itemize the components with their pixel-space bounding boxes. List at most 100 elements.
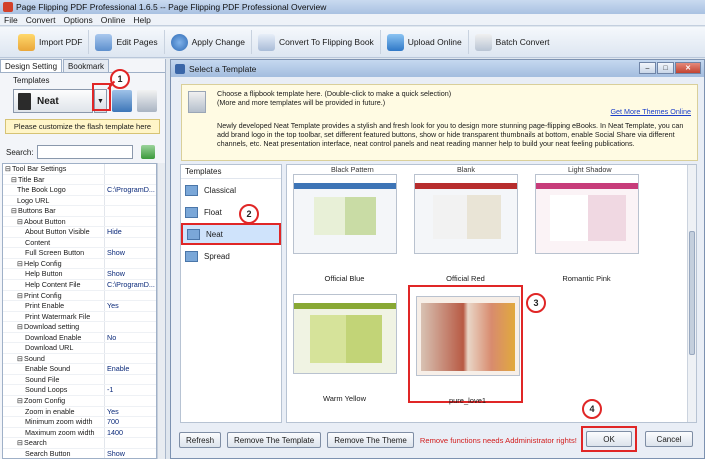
settings-row[interactable]: Download URL xyxy=(3,343,156,354)
settings-group[interactable]: ⊟Tool Bar Settings xyxy=(3,164,156,175)
setting-value[interactable]: Yes xyxy=(105,407,156,417)
setting-value[interactable]: Hide xyxy=(105,227,156,237)
apply-change-button[interactable]: Apply Change xyxy=(165,30,252,54)
settings-scrollbar[interactable] xyxy=(157,163,165,459)
settings-group[interactable]: ⊟Buttons Bar xyxy=(3,206,156,217)
maximize-button[interactable]: □ xyxy=(657,62,674,74)
theme-card-pure-love1[interactable]: pure_love1 xyxy=(408,285,523,405)
collapse-icon[interactable]: ⊟ xyxy=(17,396,23,405)
settings-group[interactable]: ⊟Sound xyxy=(3,353,156,365)
remove-template-button[interactable]: Remove The Template xyxy=(227,432,322,448)
menu-convert[interactable]: Convert xyxy=(22,15,60,25)
settings-row[interactable]: Help Content File C:\ProgramD... xyxy=(3,280,156,291)
menu-help[interactable]: Help xyxy=(129,15,154,25)
batch-convert-button[interactable]: Batch Convert xyxy=(469,30,556,54)
settings-row[interactable]: Full Screen Button Show xyxy=(3,248,156,259)
collapse-icon[interactable]: ⊟ xyxy=(5,164,11,173)
remove-theme-button[interactable]: Remove The Theme xyxy=(327,432,414,448)
settings-row[interactable]: Zoom in enable Yes xyxy=(3,406,156,418)
setting-value[interactable]: -1 xyxy=(105,385,156,395)
setting-value[interactable]: 1400 xyxy=(105,428,156,438)
ok-button[interactable]: OK xyxy=(586,431,632,447)
settings-row[interactable]: Help Button Show xyxy=(3,269,156,281)
setting-value[interactable] xyxy=(105,164,156,174)
setting-value[interactable]: C:\ProgramD... xyxy=(105,280,156,290)
setting-value[interactable]: Enable xyxy=(105,364,156,374)
collapse-icon[interactable]: ⊟ xyxy=(17,322,23,331)
setting-value[interactable] xyxy=(105,206,156,216)
more-themes-link[interactable]: Get More Themes Online xyxy=(610,107,691,116)
setting-value[interactable] xyxy=(105,291,156,301)
theme-card-warm-yellow[interactable]: Warm Yellow xyxy=(287,285,402,403)
close-button[interactable]: ✕ xyxy=(675,62,701,74)
settings-row[interactable]: Search Button Show xyxy=(3,448,156,458)
setting-value[interactable] xyxy=(105,175,156,185)
setting-value[interactable] xyxy=(105,238,156,248)
edit-pages-button[interactable]: Edit Pages xyxy=(89,30,165,54)
settings-row[interactable]: Logo URL xyxy=(3,195,156,207)
setting-value[interactable] xyxy=(105,396,156,406)
setting-value[interactable] xyxy=(105,259,156,269)
tab-design-setting[interactable]: Design Setting xyxy=(0,59,63,72)
settings-row[interactable]: Content xyxy=(3,237,156,249)
settings-row[interactable]: Minimum zoom width 700 xyxy=(3,417,156,428)
template-item-spread[interactable]: Spread xyxy=(181,245,281,267)
scrollbar-thumb[interactable] xyxy=(689,231,695,355)
template-item-classical[interactable]: Classical xyxy=(181,179,281,201)
setting-value[interactable]: Show xyxy=(105,269,156,279)
minimize-button[interactable]: – xyxy=(639,62,656,74)
collapse-icon[interactable]: ⊟ xyxy=(17,354,23,363)
setting-value[interactable] xyxy=(105,196,156,206)
setting-value[interactable]: 700 xyxy=(105,417,156,427)
setting-value[interactable] xyxy=(105,217,156,227)
settings-group[interactable]: ⊟Download setting xyxy=(3,322,156,333)
setting-value[interactable]: C:\ProgramD... xyxy=(105,185,156,195)
collapse-icon[interactable]: ⊟ xyxy=(17,291,23,300)
settings-row[interactable]: Sound File xyxy=(3,374,156,386)
search-input[interactable] xyxy=(36,145,133,159)
settings-row[interactable]: The Book Logo C:\ProgramD... xyxy=(3,185,156,196)
collapse-icon[interactable]: ⊟ xyxy=(11,175,17,184)
setting-value[interactable] xyxy=(105,343,156,353)
setting-value[interactable]: Yes xyxy=(105,301,156,311)
settings-row[interactable]: Enable Sound Enable xyxy=(3,364,156,375)
save-template-icon[interactable] xyxy=(112,90,132,112)
upload-online-button[interactable]: Upload Online xyxy=(381,30,469,54)
settings-group[interactable]: ⊟About Button xyxy=(3,216,156,228)
settings-group[interactable]: ⊟Search xyxy=(3,438,156,449)
import-pdf-button[interactable]: Import PDF xyxy=(12,30,90,54)
refresh-button[interactable]: Refresh xyxy=(179,432,222,448)
settings-row[interactable]: Download Enable No xyxy=(3,332,156,344)
cancel-button[interactable]: Cancel xyxy=(645,431,693,447)
collapse-icon[interactable]: ⊟ xyxy=(17,438,23,447)
setting-value[interactable]: Show xyxy=(105,248,156,258)
settings-row[interactable]: About Button Visible Hide xyxy=(3,227,156,238)
setting-value[interactable] xyxy=(105,354,156,364)
theme-card-official-red[interactable]: Official Red xyxy=(408,165,523,283)
template-selector[interactable]: Neat xyxy=(13,89,93,113)
theme-grid-scrollbar[interactable] xyxy=(687,165,696,422)
settings-row[interactable]: Maximum zoom width 1400 xyxy=(3,427,156,439)
setting-value[interactable] xyxy=(105,438,156,448)
menu-file[interactable]: File xyxy=(0,15,22,25)
tab-bookmark[interactable]: Bookmark xyxy=(63,59,110,72)
template-item-neat[interactable]: Neat xyxy=(181,223,281,245)
theme-card-official-blue[interactable]: Official Blue xyxy=(287,165,402,283)
collapse-icon[interactable]: ⊟ xyxy=(17,259,23,268)
menu-online[interactable]: Online xyxy=(97,15,130,25)
menu-options[interactable]: Options xyxy=(59,15,96,25)
settings-group[interactable]: ⊟Zoom Config xyxy=(3,396,156,407)
convert-button[interactable]: Convert To Flipping Book xyxy=(252,30,381,54)
search-icon[interactable] xyxy=(140,145,155,159)
collapse-icon[interactable]: ⊟ xyxy=(11,206,17,215)
settings-row[interactable]: Sound Loops -1 xyxy=(3,385,156,397)
theme-card-romantic-pink[interactable]: Romantic Pink xyxy=(529,165,644,283)
setting-value[interactable]: No xyxy=(105,333,156,343)
settings-group[interactable]: ⊟Print Config xyxy=(3,290,156,302)
setting-value[interactable] xyxy=(105,322,156,332)
setting-value[interactable] xyxy=(105,312,156,322)
export-template-icon[interactable] xyxy=(137,90,157,112)
setting-value[interactable] xyxy=(105,375,156,385)
collapse-icon[interactable]: ⊟ xyxy=(17,217,23,226)
settings-row[interactable]: Print Watermark File xyxy=(3,311,156,323)
